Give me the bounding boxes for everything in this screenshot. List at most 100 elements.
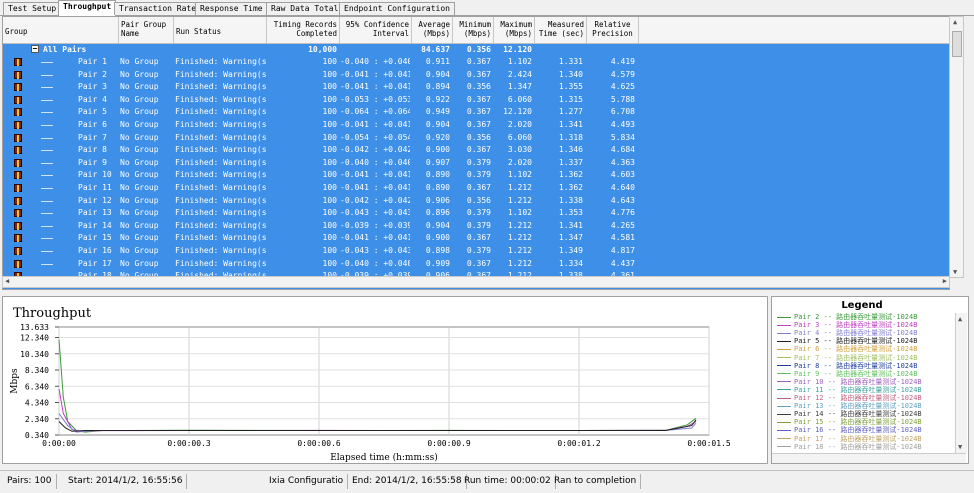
header-minimum[interactable]: Minimum (Mbps) (453, 17, 494, 43)
scroll-down-icon[interactable]: ▼ (953, 268, 957, 276)
cell-pair-name: Pair 4 (78, 94, 107, 104)
legend-vertical-scrollbar[interactable]: ▲ ▼ (955, 313, 967, 453)
cell-pair-name: Pair 13 (78, 208, 112, 218)
table-row[interactable]: Pair 11 No Group Finished: Warning(s) 100 -0… (3, 182, 949, 194)
cell-timing-records: 100 (322, 107, 337, 117)
legend-item[interactable]: Pair 2 -- 路由器吞吐量测试-1024B (777, 313, 917, 321)
summary-maximum: 12.120 (503, 45, 532, 54)
chart-svg: Throughput 0:00:00 0:00:00.3 0:00:00.6 0:00:… (10, 306, 731, 463)
cell-pair-name: Pair 5 (78, 107, 107, 117)
header-maximum[interactable]: Maximum (Mbps) (494, 17, 535, 43)
cell-average: 0.904 (425, 220, 450, 230)
cell-average: 0.890 (425, 170, 450, 180)
legend-item[interactable]: Pair 8 -- 路由器吞吐量测试-1024B (777, 362, 917, 370)
tab-test-setup[interactable]: Test Setup (3, 2, 62, 15)
cell-confidence-interval: -0.053 : +0.053 (340, 94, 410, 104)
scroll-down-icon[interactable]: ▼ (958, 443, 962, 451)
pair-icon (14, 259, 22, 268)
legend-item[interactable]: Pair 3 -- 路由器吞吐量测试-1024B (777, 321, 917, 329)
table-row[interactable]: Pair 8 No Group Finished: Warning(s) 100 -0.… (3, 144, 949, 156)
legend-item[interactable]: Pair 16 -- 路由器吞吐量测试-1024B (777, 426, 922, 434)
y-tick-label: 13.633 (20, 323, 49, 332)
header-pair-group-name[interactable]: Pair Group Name (119, 17, 174, 43)
table-row[interactable]: Pair 3 No Group Finished: Warning(s) 100 -0.… (3, 81, 949, 93)
table-vertical-scrollbar[interactable]: ▲ ▼ (949, 16, 964, 278)
table-row[interactable]: Pair 9 No Group Finished: Warning(s) 100 -0.… (3, 157, 949, 169)
table-row[interactable]: Pair 4 No Group Finished: Warning(s) 100 -0.… (3, 94, 949, 106)
header-confidence[interactable]: 95% Confidence Interval (340, 17, 412, 43)
cell-pair-group: No Group (120, 183, 159, 192)
header-label: 95% Confidence (345, 20, 409, 29)
cell-pair-name: Pair 7 (78, 132, 107, 142)
y-tick-label: 12.340 (20, 334, 49, 343)
legend-item[interactable]: Pair 10 -- 路由器吞吐量测试-1024B (777, 378, 922, 386)
table-row[interactable]: Pair 15 No Group Finished: Warning(s) 100 -0… (3, 232, 949, 244)
header-measured-time[interactable]: Measured Time (sec) (535, 17, 587, 43)
legend-label: Pair 17 -- 路由器吞吐量测试-1024B (794, 434, 922, 443)
pair-icon (14, 209, 22, 218)
status-pairs: Pairs: 100 (3, 474, 57, 489)
tab-endpoint-configuration[interactable]: Endpoint Configuration (339, 2, 455, 15)
scroll-right-icon[interactable]: ▶ (943, 277, 947, 285)
header-group[interactable]: Group (3, 17, 119, 43)
legend-item[interactable]: Pair 6 -- 路由器吞吐量测试-1024B (777, 345, 917, 353)
x-tick-label: 0:00:00 (42, 439, 76, 448)
cell-pair-name: Pair 6 (78, 120, 107, 129)
header-run-status[interactable]: Run Status (174, 17, 267, 43)
table-row[interactable]: Pair 2 No Group Finished: Warning(s) 100 -0.… (3, 69, 949, 81)
cell-measured-time: 1.315 (558, 94, 583, 104)
cell-maximum: 6.060 (507, 132, 532, 142)
cell-pair-group: No Group (120, 94, 159, 104)
cell-timing-records: 100 (322, 157, 337, 167)
cell-measured-time: 1.340 (558, 69, 583, 79)
table-row[interactable]: Pair 13 No Group Finished: Warning(s) 100 -0… (3, 207, 949, 219)
scroll-up-icon[interactable]: ▲ (953, 18, 957, 26)
cell-relative-precision: 4.603 (610, 170, 635, 180)
tab-transaction-rate[interactable]: Transaction Rate (114, 2, 202, 15)
tab-throughput[interactable]: Throughput (58, 0, 117, 16)
legend-item[interactable]: Pair 13 -- 路由器吞吐量测试-1024B (777, 402, 922, 410)
legend-item[interactable]: Pair 18 -- 路由器吞吐量测试-1024B (777, 443, 922, 451)
legend-item[interactable]: Pair 9 -- 路由器吞吐量测试-1024B (777, 370, 917, 378)
legend-item[interactable]: Pair 12 -- 路由器吞吐量测试-1024B (777, 394, 922, 402)
cell-measured-time: 1.341 (558, 120, 583, 129)
legend-item[interactable]: Pair 17 -- 路由器吞吐量测试-1024B (777, 435, 922, 443)
tab-raw-data-totals[interactable]: Raw Data Totals (266, 2, 349, 15)
legend-item[interactable]: Pair 11 -- 路由器吞吐量测试-1024B (777, 386, 922, 394)
legend-horizontal-scrollbar[interactable] (772, 453, 966, 463)
header-label: Interval (372, 29, 409, 38)
legend-item[interactable]: Pair 14 -- 路由器吞吐量测试-1024B (777, 410, 922, 418)
header-relative-precision[interactable]: Relative Precision (587, 17, 639, 43)
table-row[interactable]: Pair 16 No Group Finished: Warning(s) 100 -0… (3, 245, 949, 257)
collapse-icon[interactable]: − (31, 45, 39, 53)
table-row[interactable]: Pair 6 No Group Finished: Warning(s) 100 -0.… (3, 119, 949, 131)
table-row[interactable]: Pair 17 No Group Finished: Warning(s) 100 -0… (3, 258, 949, 270)
legend-item[interactable]: Pair 7 -- 路由器吞吐量测试-1024B (777, 354, 917, 362)
scroll-thumb[interactable] (952, 31, 962, 57)
cell-run-status: Finished: Warning(s) (175, 246, 267, 255)
tree-line (41, 188, 53, 189)
table-row[interactable]: Pair 1 No Group Finished: Warning(s) 100 -0.… (3, 56, 949, 68)
scroll-left-icon[interactable]: ◀ (5, 277, 9, 285)
cell-minimum: 0.379 (466, 157, 491, 167)
header-timing-records[interactable]: Timing Records Completed (267, 17, 340, 43)
legend-label: Pair 3 -- 路由器吞吐量测试-1024B (794, 321, 918, 330)
cell-pair-group: No Group (120, 246, 159, 255)
table-row[interactable]: Pair 14 No Group Finished: Warning(s) 100 -0… (3, 220, 949, 232)
table-row[interactable]: Pair 10 No Group Finished: Warning(s) 100 -0… (3, 169, 949, 181)
legend-item[interactable]: Pair 4 -- 路由器吞吐量测试-1024B (777, 329, 917, 337)
cell-minimum: 0.356 (466, 132, 491, 142)
cell-pair-group: No Group (120, 195, 159, 205)
table-row[interactable]: Pair 12 No Group Finished: Warning(s) 100 -0… (3, 195, 949, 207)
y-tick-label: 2.340 (25, 415, 49, 424)
cell-measured-time: 1.353 (558, 208, 583, 218)
scroll-up-icon[interactable]: ▲ (958, 315, 962, 323)
status-completion: Ran to completion (550, 474, 642, 489)
tab-response-time[interactable]: Response Time (195, 2, 268, 15)
table-horizontal-scrollbar[interactable]: ◀ ▶ (2, 276, 950, 288)
header-average[interactable]: Average (Mbps) (412, 17, 453, 43)
cell-maximum: 1.212 (507, 246, 532, 255)
table-row[interactable]: Pair 7 No Group Finished: Warning(s) 100 -0.… (3, 132, 949, 144)
table-row[interactable]: Pair 5 No Group Finished: Warning(s) 100 -0.… (3, 106, 949, 118)
summary-row[interactable]: − All Pairs 10,000 84.637 0.356 12.120 (3, 44, 949, 56)
